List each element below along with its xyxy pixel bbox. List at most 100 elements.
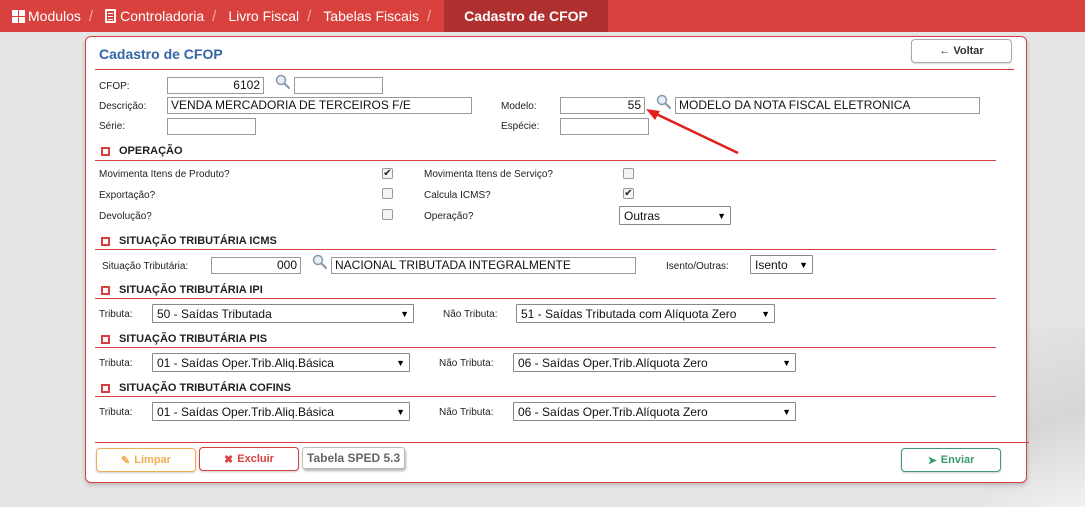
section-ipi: SITUAÇÃO TRIBUTÁRIA IPI <box>101 284 263 296</box>
dropdown-arrow-icon: ▼ <box>761 308 770 319</box>
annotation-arrow-icon <box>646 109 739 155</box>
breadcrumb-active-label: Cadastro de CFOP <box>464 8 588 24</box>
dropdown-arrow-icon: ▼ <box>717 210 726 221</box>
cfop-description-input[interactable] <box>294 77 383 94</box>
pis-tributa-value: 01 - Saídas Oper.Trib.Aliq.Básica <box>157 355 334 370</box>
operacao-select[interactable]: Outras ▼ <box>619 206 731 225</box>
search-icon[interactable] <box>275 74 291 90</box>
dropdown-arrow-icon: ▼ <box>396 406 405 417</box>
enviar-button-label: Enviar <box>940 454 975 466</box>
movimenta-servico-label: Movimenta Itens de Serviço? <box>424 169 553 180</box>
form-panel: Cadastro de CFOP ← Voltar CFOP: 6102 Des… <box>85 36 1029 483</box>
grid-icon <box>12 9 25 23</box>
dropdown-arrow-icon: ▼ <box>782 406 791 417</box>
breadcrumb-item-tabelas-fiscais[interactable]: Tabelas Fiscais / <box>318 0 438 32</box>
document-icon <box>105 9 117 23</box>
section-title: OPERAÇÃO <box>119 145 183 157</box>
page-title: Cadastro de CFOP <box>99 46 223 62</box>
pis-nao-tributa-value: 06 - Saídas Oper.Trib.Alíquota Zero <box>518 355 708 370</box>
enviar-button[interactable]: ➤ Enviar <box>901 448 1001 472</box>
cofins-nao-tributa-label: Não Tributa: <box>439 407 494 418</box>
situacao-tributaria-description[interactable]: NACIONAL TRIBUTADA INTEGRALMENTE <box>331 257 636 274</box>
ipi-tributa-label: Tributa: <box>99 309 133 320</box>
ipi-nao-tributa-select[interactable]: 51 - Saídas Tributada com Alíquota Zero … <box>516 304 775 323</box>
dropdown-arrow-icon: ▼ <box>782 357 791 368</box>
section-icms: SITUAÇÃO TRIBUTÁRIA ICMS <box>101 235 277 247</box>
divider <box>95 347 996 348</box>
breadcrumb-separator: / <box>212 7 217 25</box>
movimenta-produto-checkbox[interactable]: ✔ <box>382 168 393 179</box>
dropdown-arrow-icon: ▼ <box>396 357 405 368</box>
descricao-label: Descrição: <box>99 101 147 112</box>
movimenta-produto-label: Movimenta Itens de Produto? <box>99 169 230 180</box>
especie-label: Espécie: <box>501 121 540 132</box>
pis-nao-tributa-label: Não Tributa: <box>439 358 494 369</box>
situacao-tributaria-input[interactable]: 000 <box>211 257 301 274</box>
serie-label: Série: <box>99 121 126 132</box>
modelo-label: Modelo: <box>501 101 537 112</box>
section-marker-icon <box>101 334 110 344</box>
section-title: SITUAÇÃO TRIBUTÁRIA IPI <box>119 284 263 296</box>
especie-input[interactable] <box>560 118 649 135</box>
breadcrumb-item-active: Cadastro de CFOP <box>444 0 608 32</box>
limpar-button[interactable]: ✎ Limpar <box>96 448 196 472</box>
breadcrumb-separator: / <box>307 7 312 25</box>
pis-tributa-select[interactable]: 01 - Saídas Oper.Trib.Aliq.Básica ▼ <box>152 353 410 372</box>
cfop-label: CFOP: <box>99 81 130 92</box>
modelo-input[interactable]: 55 <box>560 97 645 114</box>
divider <box>95 69 1014 70</box>
cofins-tributa-select[interactable]: 01 - Saídas Oper.Trib.Aliq.Básica ▼ <box>152 402 410 421</box>
limpar-button-label: Limpar <box>134 454 171 466</box>
breadcrumb-label: Livro Fiscal <box>228 8 300 24</box>
sped-table-badge[interactable]: Tabela SPED 5.3 <box>302 447 406 469</box>
isento-outras-label: Isento/Outras: <box>666 261 729 272</box>
pis-tributa-label: Tributa: <box>99 358 133 369</box>
dropdown-arrow-icon: ▼ <box>400 308 409 319</box>
divider <box>95 160 996 161</box>
divider <box>95 249 996 250</box>
movimenta-servico-checkbox[interactable] <box>623 168 634 179</box>
pencil-icon: ✎ <box>121 454 131 467</box>
descricao-input[interactable]: VENDA MERCADORIA DE TERCEIROS F/E <box>167 97 472 114</box>
dropdown-arrow-icon: ▼ <box>799 259 808 270</box>
pis-nao-tributa-select[interactable]: 06 - Saídas Oper.Trib.Alíquota Zero ▼ <box>513 353 796 372</box>
breadcrumb-item-controladoria[interactable]: Controladoria / <box>100 0 223 32</box>
breadcrumb-separator: / <box>88 7 94 25</box>
section-title: SITUAÇÃO TRIBUTÁRIA ICMS <box>119 235 277 247</box>
cofins-nao-tributa-select[interactable]: 06 - Saídas Oper.Trib.Alíquota Zero ▼ <box>513 402 796 421</box>
section-marker-icon <box>101 146 110 156</box>
operacao-select-value: Outras <box>624 208 661 223</box>
section-title: SITUAÇÃO TRIBUTÁRIA PIS <box>119 333 268 345</box>
cofins-tributa-value: 01 - Saídas Oper.Trib.Aliq.Básica <box>157 404 334 419</box>
search-icon[interactable] <box>312 254 328 270</box>
section-title: SITUAÇÃO TRIBUTÁRIA COFINS <box>119 382 291 394</box>
breadcrumb-item-modulos[interactable]: Modulos / <box>0 0 100 32</box>
devolucao-checkbox[interactable] <box>382 209 393 220</box>
breadcrumb-label: Tabelas Fiscais <box>323 8 419 24</box>
cofins-nao-tributa-value: 06 - Saídas Oper.Trib.Alíquota Zero <box>518 404 708 419</box>
send-icon: ➤ <box>927 454 937 467</box>
section-marker-icon <box>101 236 110 246</box>
calcula-icms-checkbox[interactable]: ✔ <box>623 188 634 199</box>
cfop-input[interactable]: 6102 <box>167 77 264 94</box>
section-marker-icon <box>101 383 110 393</box>
breadcrumb-separator: / <box>427 7 432 25</box>
serie-input[interactable] <box>167 118 256 135</box>
divider <box>95 396 996 397</box>
exportacao-checkbox[interactable] <box>382 188 393 199</box>
isento-outras-select[interactable]: Isento ▼ <box>750 255 813 274</box>
excluir-button[interactable]: ✖ Excluir <box>199 447 299 471</box>
breadcrumb-item-livro-fiscal[interactable]: Livro Fiscal / <box>223 0 318 32</box>
back-button[interactable]: ← Voltar <box>911 39 1012 63</box>
ipi-tributa-select[interactable]: 50 - Saídas Tributada ▼ <box>152 304 414 323</box>
situacao-tributaria-label: Situação Tributária: <box>102 261 189 272</box>
section-cofins: SITUAÇÃO TRIBUTÁRIA COFINS <box>101 382 291 394</box>
ipi-nao-tributa-value: 51 - Saídas Tributada com Alíquota Zero <box>521 306 737 321</box>
exportacao-label: Exportação? <box>99 190 156 201</box>
ipi-nao-tributa-label: Não Tributa: <box>443 309 498 320</box>
section-operacao: OPERAÇÃO <box>101 145 183 157</box>
isento-outras-value: Isento <box>755 257 788 272</box>
divider <box>95 442 1029 443</box>
calcula-icms-label: Calcula ICMS? <box>424 190 491 201</box>
section-marker-icon <box>101 285 110 295</box>
